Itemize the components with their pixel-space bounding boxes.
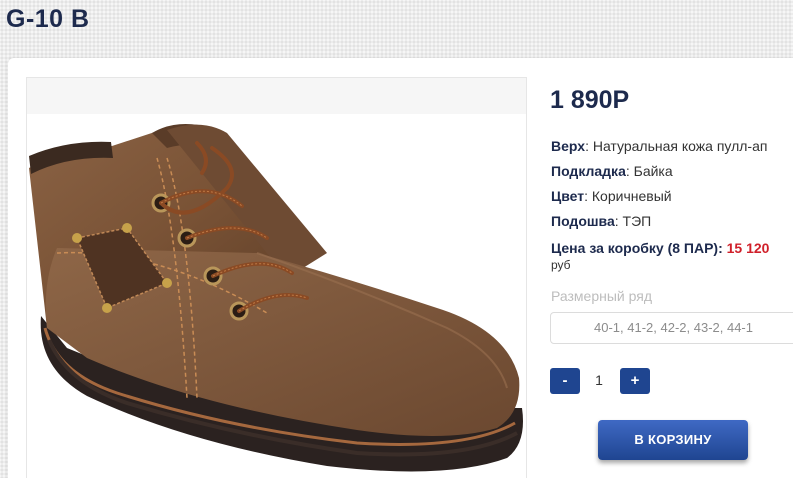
spec-color: Цвет: Коричневый: [551, 188, 672, 204]
box-price-value: 15 120: [726, 240, 770, 256]
size-select[interactable]: 40-1, 41-2, 42-2, 43-2, 44-1: [550, 312, 793, 344]
box-price: Цена за коробку (8 ПАР): 15 120: [551, 240, 769, 256]
quantity-plus-button[interactable]: +: [620, 368, 650, 394]
spec-label: Цвет: [551, 188, 585, 204]
product-image[interactable]: [26, 77, 527, 478]
page-title: G-10 B: [6, 5, 90, 33]
spec-value: Натуральная кожа пулл-ап: [592, 138, 768, 154]
quantity-input[interactable]: 1: [590, 372, 608, 388]
spec-value: Коричневый: [591, 188, 672, 204]
quantity-minus-button[interactable]: -: [550, 368, 580, 394]
spec-lining: Подкладка: Байка: [551, 163, 673, 179]
spec-label: Верх: [551, 138, 586, 154]
box-price-unit: руб: [551, 258, 571, 272]
spec-value: ТЭП: [622, 213, 652, 229]
product-card: 1 890Р Верх: Натуральная кожа пулл-ап По…: [8, 58, 793, 478]
boot-image: [29, 124, 523, 472]
add-to-cart-button[interactable]: В КОРЗИНУ: [598, 420, 748, 460]
spec-value: Байка: [633, 163, 673, 179]
spec-upper: Верх: Натуральная кожа пулл-ап: [551, 138, 768, 154]
box-price-label: Цена за коробку (8 ПАР):: [551, 240, 723, 256]
size-label: Размерный ряд: [551, 288, 653, 304]
product-price: 1 890Р: [550, 86, 630, 114]
spec-sole: Подошва: ТЭП: [551, 213, 652, 229]
spec-label: Подошва: [551, 213, 615, 229]
spec-label: Подкладка: [551, 163, 626, 179]
